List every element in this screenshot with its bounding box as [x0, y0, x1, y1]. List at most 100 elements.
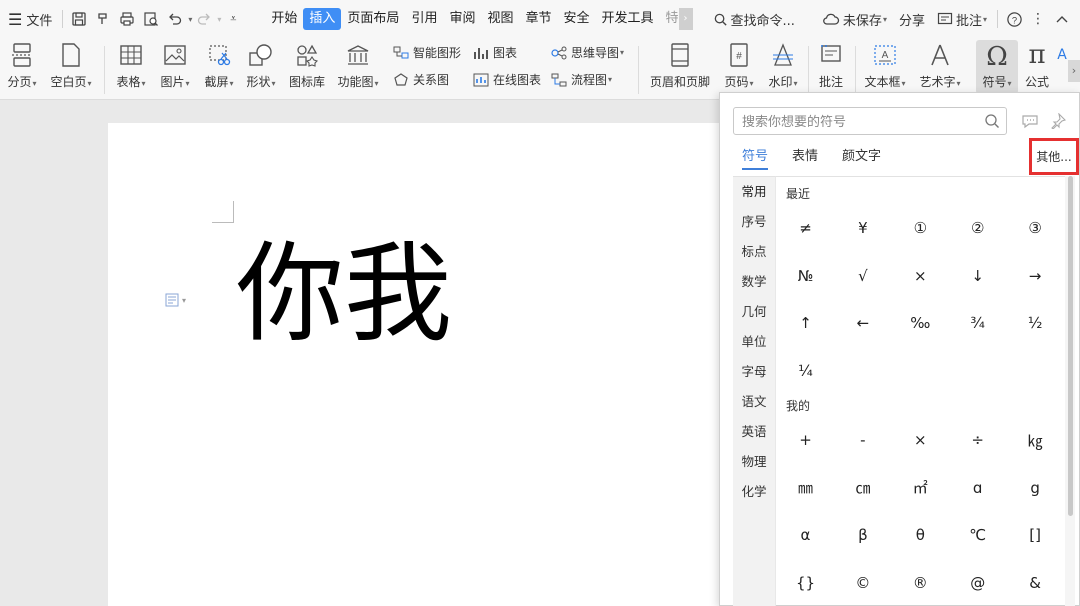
symbol-cell[interactable]: ¥ — [834, 204, 891, 252]
file-menu[interactable]: ☰ 文件 — [0, 7, 58, 31]
online-chart-button[interactable]: 在线图表 — [472, 71, 541, 88]
tabs-scroll-right-icon[interactable]: › — [678, 8, 693, 30]
tab-chapter[interactable]: 章节 — [519, 8, 557, 30]
symbol-cell[interactable]: √ — [834, 252, 891, 300]
document-text[interactable]: 你我 — [236, 235, 452, 355]
page-number-button[interactable]: # 页码▾ — [720, 38, 758, 90]
paragraph-layout-icon[interactable]: ▾ — [165, 292, 193, 308]
header-footer-button[interactable]: 页眉和页脚 — [646, 38, 714, 90]
symbol-cell[interactable]: ㎜ — [777, 464, 834, 512]
symbol-cell[interactable]: ÷ — [949, 416, 1006, 464]
search-icon[interactable] — [984, 113, 1000, 133]
document-page[interactable]: 你我 — [108, 123, 748, 606]
function-chart-button[interactable]: 功能图▾ — [334, 38, 382, 90]
page-break-button[interactable]: 分页▾ — [4, 38, 40, 90]
tab-review[interactable]: 审阅 — [443, 8, 481, 30]
symbol-category-item[interactable]: 单位 — [733, 327, 775, 357]
symbol-cell[interactable]: - — [834, 416, 891, 464]
symbol-search-input[interactable] — [742, 113, 982, 129]
symbol-cell[interactable]: ③ — [1007, 204, 1064, 252]
symbol-cell[interactable]: g — [1007, 464, 1064, 512]
symbol-cell[interactable]: ㎝ — [834, 464, 891, 512]
collapse-ribbon-icon[interactable] — [1050, 7, 1074, 31]
table-button[interactable]: 表格▾ — [112, 38, 150, 90]
chart-button[interactable]: 图表 — [472, 44, 517, 61]
symbol-cell[interactable]: θ — [892, 511, 949, 559]
tab-kaomoji[interactable]: 颜文字 — [842, 145, 881, 170]
symbol-cell[interactable]: © — [834, 559, 891, 606]
symbol-cell[interactable]: + — [777, 416, 834, 464]
tab-insert[interactable]: 插入 — [303, 8, 342, 30]
tab-home[interactable]: 开始 — [265, 8, 303, 30]
save-icon[interactable] — [67, 7, 91, 31]
symbol-category-item[interactable]: 数学 — [733, 267, 775, 297]
search-command[interactable]: 查找命令... — [707, 7, 801, 31]
symbol-cell[interactable]: @ — [949, 559, 1006, 606]
icon-library-button[interactable]: 图标库 — [286, 38, 328, 90]
symbol-cell[interactable]: α — [777, 511, 834, 559]
symbol-cell[interactable]: × — [892, 252, 949, 300]
customize-toolbar-icon[interactable]: ⩡ — [221, 7, 245, 31]
symbol-cell[interactable]: ‰ — [892, 299, 949, 347]
format-painter-icon[interactable] — [91, 7, 115, 31]
symbol-category-item[interactable]: 字母 — [733, 357, 775, 387]
symbol-category-item[interactable]: 化学 — [733, 477, 775, 507]
symbol-cell[interactable]: × — [892, 416, 949, 464]
symbol-cell[interactable]: ½ — [1007, 299, 1064, 347]
symbol-category-item[interactable]: 几何 — [733, 297, 775, 327]
symbol-cell[interactable]: ≠ — [777, 204, 834, 252]
share-button[interactable]: 分享 — [893, 7, 931, 31]
undo-icon[interactable] — [163, 7, 187, 31]
symbol-cell[interactable]: ℃ — [949, 511, 1006, 559]
symbol-cell[interactable]: & — [1007, 559, 1064, 606]
symbol-category-item[interactable]: 序号 — [733, 207, 775, 237]
symbol-cell[interactable]: ← — [834, 299, 891, 347]
help-icon[interactable]: ? — [1002, 7, 1026, 31]
tab-view[interactable]: 视图 — [481, 8, 519, 30]
symbol-category-item[interactable]: 英语 — [733, 417, 775, 447]
symbol-category-item[interactable]: 常用 — [733, 177, 775, 207]
tab-page-layout[interactable]: 页面布局 — [341, 8, 405, 30]
ribbon-scroll-right-icon[interactable]: › — [1068, 60, 1080, 82]
tab-references[interactable]: 引用 — [405, 8, 443, 30]
other-symbols-button[interactable]: 其他... — [1029, 138, 1079, 175]
symbol-cell[interactable]: ¼ — [777, 347, 834, 395]
tab-special[interactable]: 特 — [660, 8, 679, 30]
symbol-cell[interactable]: → — [1007, 252, 1064, 300]
symbol-category-item[interactable]: 标点 — [733, 237, 775, 267]
mindmap-button[interactable]: 思维导图 ▾ — [550, 44, 624, 61]
watermark-button[interactable]: 水印▾ — [764, 38, 802, 90]
symbol-search-box[interactable] — [733, 107, 1007, 135]
symbol-cell[interactable]: ɑ — [949, 464, 1006, 512]
picture-button[interactable]: 图片▾ — [156, 38, 194, 90]
feedback-icon[interactable] — [1020, 111, 1040, 131]
flowchart-button[interactable]: 流程图 ▾ — [550, 71, 612, 88]
tab-developer[interactable]: 开发工具 — [596, 8, 660, 30]
symbol-category-item[interactable]: 物理 — [733, 447, 775, 477]
smart-shape-button[interactable]: 智能图形 — [392, 44, 461, 61]
textbox-button[interactable]: A 文本框▾ — [862, 38, 908, 90]
comment-menu[interactable]: 批注 ▾ — [931, 7, 993, 31]
pin-icon[interactable] — [1048, 111, 1068, 131]
symbol-cell[interactable]: ① — [892, 204, 949, 252]
symbol-cell[interactable]: ㎡ — [892, 464, 949, 512]
symbol-cell[interactable]: ¾ — [949, 299, 1006, 347]
symbol-cell[interactable]: ㎏ — [1007, 416, 1064, 464]
blank-page-button[interactable]: 空白页▾ — [46, 38, 96, 90]
symbol-scrollbar[interactable] — [1065, 176, 1075, 606]
redo-icon[interactable] — [192, 7, 216, 31]
more-options-icon[interactable]: ⋮ — [1026, 7, 1050, 31]
symbol-cell[interactable]: β — [834, 511, 891, 559]
tab-symbols[interactable]: 符号 — [742, 145, 769, 170]
symbol-cell[interactable]: ↑ — [777, 299, 834, 347]
symbol-cell[interactable]: ② — [949, 204, 1006, 252]
cloud-save-status[interactable]: 未保存 ▾ — [816, 7, 893, 31]
tab-security[interactable]: 安全 — [558, 8, 596, 30]
print-preview-icon[interactable] — [139, 7, 163, 31]
print-icon[interactable] — [115, 7, 139, 31]
relation-chart-button[interactable]: 关系图 — [392, 71, 449, 88]
shape-button[interactable]: 形状▾ — [242, 38, 280, 90]
symbol-category-item[interactable]: 语文 — [733, 387, 775, 417]
symbol-cell[interactable]: ® — [892, 559, 949, 606]
symbol-cell[interactable]: [] — [1007, 511, 1064, 559]
